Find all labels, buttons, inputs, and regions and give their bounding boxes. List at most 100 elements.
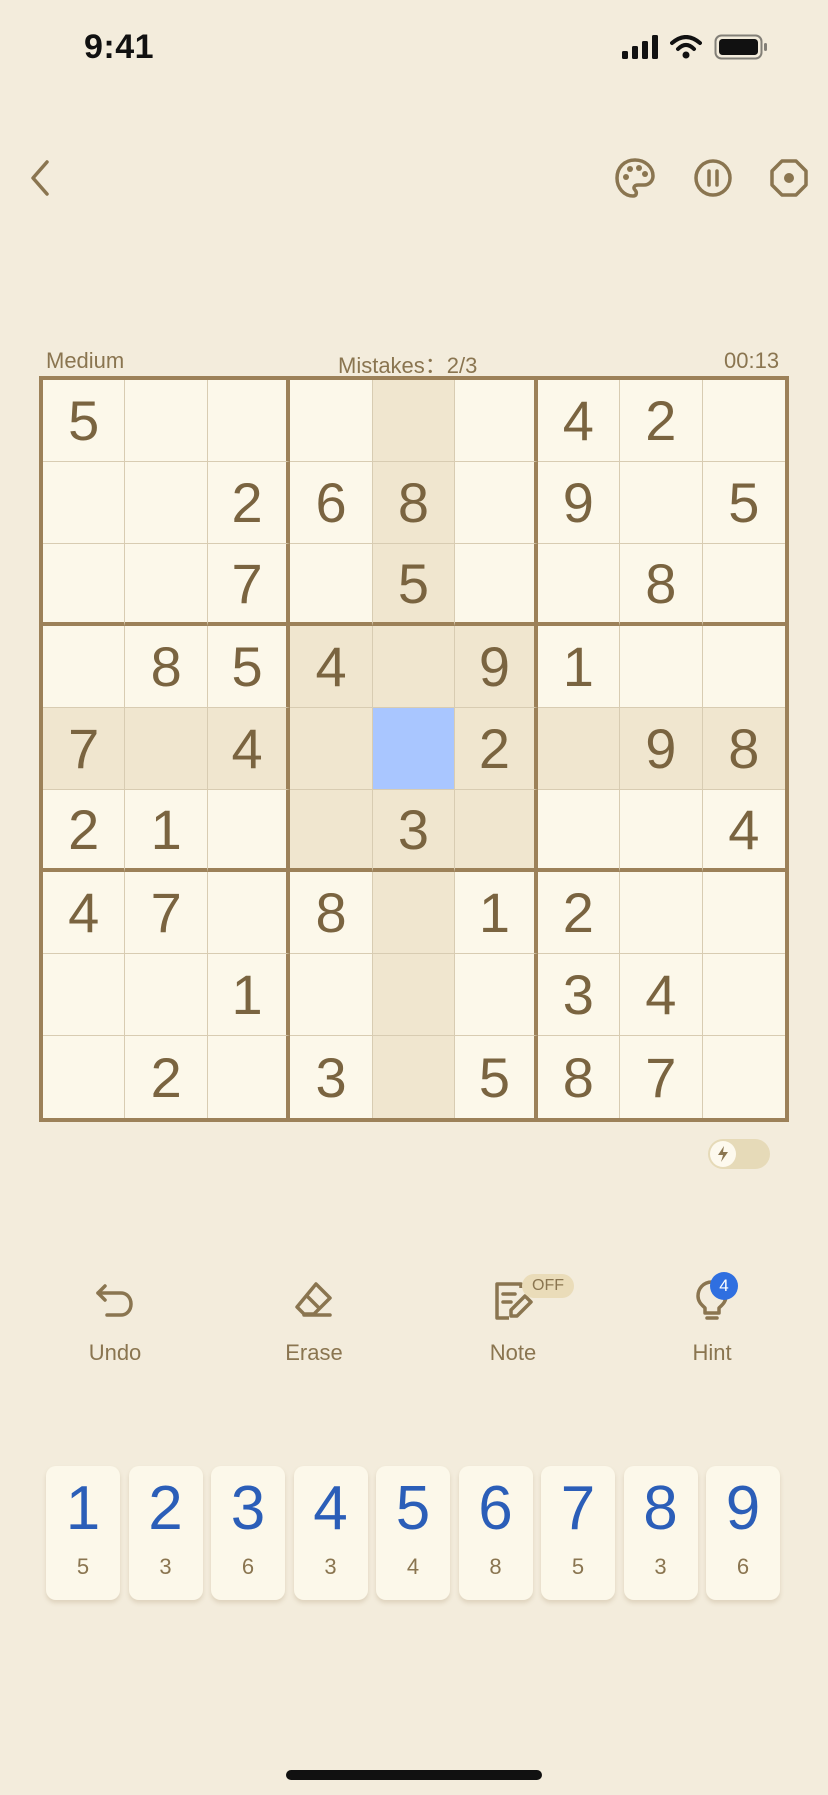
board-cell[interactable] bbox=[702, 380, 785, 462]
board-cell[interactable]: 8 bbox=[125, 626, 208, 708]
board-cell[interactable]: 1 bbox=[125, 790, 208, 872]
board-cell[interactable] bbox=[620, 626, 703, 708]
board-cell[interactable] bbox=[455, 380, 538, 462]
board-cell[interactable] bbox=[125, 462, 208, 544]
toggle-knob[interactable] bbox=[710, 1141, 736, 1167]
board-cell[interactable]: 8 bbox=[372, 462, 456, 544]
board-cell[interactable] bbox=[207, 380, 291, 462]
board-cell[interactable] bbox=[537, 544, 621, 626]
board-cell[interactable]: 4 bbox=[43, 872, 126, 954]
settings-button[interactable] bbox=[759, 148, 819, 208]
board-cell[interactable]: 6 bbox=[290, 462, 373, 544]
board-cell[interactable] bbox=[43, 1036, 126, 1118]
board-cell[interactable] bbox=[455, 544, 538, 626]
board-cell[interactable]: 8 bbox=[538, 1036, 621, 1118]
board-cell[interactable]: 1 bbox=[537, 626, 621, 708]
number-key[interactable]: 54 bbox=[376, 1466, 450, 1600]
board-cell[interactable]: 7 bbox=[620, 1036, 703, 1118]
board-cell[interactable]: 8 bbox=[702, 708, 785, 790]
board-cell[interactable] bbox=[702, 872, 785, 954]
board-cell[interactable]: 8 bbox=[620, 544, 703, 626]
board-cell[interactable]: 9 bbox=[620, 708, 703, 790]
board-cell[interactable] bbox=[125, 954, 208, 1036]
board-cell[interactable]: 5 bbox=[43, 380, 126, 462]
number-key[interactable]: 68 bbox=[458, 1466, 533, 1600]
board-cell[interactable]: 1 bbox=[207, 954, 291, 1036]
number-key[interactable]: 96 bbox=[706, 1466, 780, 1600]
board-cell[interactable] bbox=[620, 462, 703, 544]
board-cell[interactable] bbox=[43, 954, 126, 1036]
board-cell[interactable] bbox=[125, 544, 208, 626]
board-cell[interactable]: 7 bbox=[207, 544, 291, 626]
board-cell[interactable]: 2 bbox=[537, 872, 621, 954]
board-cell[interactable] bbox=[620, 790, 703, 872]
number-key[interactable]: 15 bbox=[46, 1466, 120, 1600]
number-key[interactable]: 83 bbox=[623, 1466, 698, 1600]
board-cell[interactable] bbox=[372, 626, 456, 708]
number-key[interactable]: 75 bbox=[541, 1466, 615, 1600]
board-cell[interactable]: 7 bbox=[43, 708, 126, 790]
board-cell[interactable] bbox=[372, 708, 456, 790]
board-cell[interactable] bbox=[372, 872, 456, 954]
board-cell[interactable] bbox=[702, 544, 785, 626]
board-cell[interactable]: 1 bbox=[455, 872, 538, 954]
board-cell[interactable]: 2 bbox=[125, 1036, 208, 1118]
back-button[interactable] bbox=[10, 148, 70, 208]
board-cell[interactable]: 4 bbox=[207, 708, 291, 790]
board-cell[interactable] bbox=[290, 380, 373, 462]
board-cell[interactable]: 4 bbox=[702, 790, 785, 872]
board-cell[interactable]: 7 bbox=[125, 872, 208, 954]
undo-button[interactable]: Undo bbox=[45, 1278, 185, 1366]
number-key[interactable]: 23 bbox=[128, 1466, 203, 1600]
board-cell[interactable]: 9 bbox=[455, 626, 538, 708]
board-cell[interactable]: 5 bbox=[702, 462, 785, 544]
board-cell[interactable] bbox=[290, 708, 373, 790]
board-cell[interactable]: 5 bbox=[207, 626, 291, 708]
board-cell[interactable] bbox=[455, 790, 538, 872]
board-cell[interactable] bbox=[43, 544, 126, 626]
board-cell[interactable]: 4 bbox=[537, 380, 621, 462]
number-key-digit: 8 bbox=[643, 1474, 678, 1543]
board-cell[interactable] bbox=[207, 790, 291, 872]
board-cell[interactable] bbox=[455, 462, 538, 544]
board-cell[interactable] bbox=[537, 790, 621, 872]
theme-button[interactable] bbox=[605, 148, 665, 208]
board-cell[interactable] bbox=[125, 380, 208, 462]
board-cell[interactable]: 4 bbox=[290, 626, 373, 708]
board-cell[interactable]: 2 bbox=[43, 790, 126, 872]
board-cell[interactable] bbox=[372, 1036, 456, 1118]
board-cell[interactable]: 3 bbox=[372, 790, 456, 872]
board-cell[interactable]: 8 bbox=[290, 872, 373, 954]
board-cell[interactable]: 3 bbox=[537, 954, 621, 1036]
board-cell[interactable]: 2 bbox=[455, 708, 538, 790]
board-cell[interactable] bbox=[207, 872, 291, 954]
pause-button[interactable] bbox=[683, 148, 743, 208]
number-key[interactable]: 43 bbox=[293, 1466, 368, 1600]
board-cell[interactable] bbox=[43, 462, 126, 544]
board-cell[interactable] bbox=[703, 1036, 785, 1118]
board-cell[interactable] bbox=[208, 1036, 291, 1118]
board-cell[interactable]: 2 bbox=[207, 462, 291, 544]
board-cell[interactable] bbox=[455, 954, 538, 1036]
board-cell[interactable]: 5 bbox=[372, 544, 456, 626]
board-cell[interactable] bbox=[372, 954, 456, 1036]
board-cell[interactable]: 4 bbox=[620, 954, 703, 1036]
board-cell[interactable]: 2 bbox=[620, 380, 703, 462]
board-cell[interactable] bbox=[43, 626, 126, 708]
board-cell[interactable] bbox=[125, 708, 208, 790]
board-cell[interactable] bbox=[290, 544, 373, 626]
board-cell[interactable]: 5 bbox=[455, 1036, 538, 1118]
board-cell[interactable] bbox=[290, 954, 373, 1036]
board-cell[interactable] bbox=[290, 790, 373, 872]
board-cell[interactable] bbox=[372, 380, 456, 462]
wifi-icon bbox=[670, 35, 702, 59]
board-cell[interactable]: 3 bbox=[290, 1036, 373, 1118]
erase-button[interactable]: Erase bbox=[244, 1278, 384, 1366]
board-cell[interactable] bbox=[702, 626, 785, 708]
board-cell[interactable] bbox=[537, 708, 621, 790]
board-cell[interactable] bbox=[620, 872, 703, 954]
board-cell[interactable]: 9 bbox=[537, 462, 621, 544]
number-key-digit: 2 bbox=[148, 1474, 183, 1543]
board-cell[interactable] bbox=[702, 954, 785, 1036]
number-key[interactable]: 36 bbox=[211, 1466, 285, 1600]
